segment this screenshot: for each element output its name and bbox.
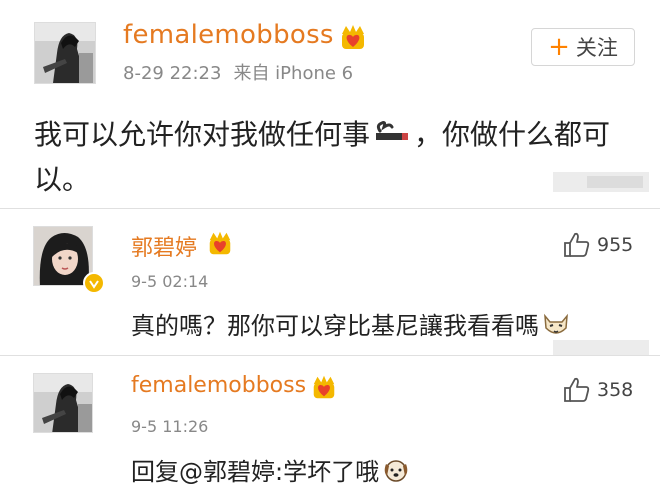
post-timestamp: 8-29 22:23 (123, 63, 222, 84)
comment-action-placeholder (553, 340, 649, 356)
vip-crown-heart-icon (338, 22, 368, 52)
post-author-avatar[interactable] (34, 22, 96, 84)
like-button[interactable]: 955 (563, 232, 633, 258)
verified-badge-icon (83, 272, 105, 294)
divider (0, 355, 660, 356)
comment-author-name[interactable]: femalemobboss (131, 373, 306, 398)
comment-timestamp: 9-5 02:14 (131, 272, 209, 291)
plus-icon: + (548, 32, 570, 62)
post-source[interactable]: 来自 iPhone 6 (233, 63, 353, 84)
like-count: 358 (597, 379, 634, 401)
post-author-name[interactable]: femalemobboss (123, 20, 334, 50)
post-action-placeholder (553, 172, 649, 192)
comment-avatar[interactable] (33, 373, 93, 433)
comment-text-body: 真的嗎？那你可以穿比基尼讓我看看嗎 (131, 312, 539, 340)
thumbs-up-icon (564, 377, 590, 402)
post-body: 我可以允许你对我做任何事 ，你做什么都可以。 (34, 113, 639, 202)
reply-prefix: 回复 (131, 458, 179, 486)
comment-text: 真的嗎？那你可以穿比基尼讓我看看嗎 (131, 306, 571, 344)
smoking-cigarette-emoji-icon (372, 114, 412, 158)
comment-text-body: :学坏了哦 (275, 458, 380, 486)
vip-crown-heart-icon (310, 373, 338, 401)
post-meta: 8-29 22:23 来自 iPhone 6 (123, 59, 353, 85)
comment-text: 回复@郭碧婷:学坏了哦 (131, 452, 411, 490)
like-count: 955 (597, 234, 634, 256)
thumbs-up-icon (564, 232, 590, 257)
vip-crown-heart-icon (206, 229, 234, 257)
post-text-part1: 我可以允许你对我做任何事 (34, 118, 371, 151)
divider (0, 208, 660, 209)
comment-timestamp: 9-5 11:26 (131, 417, 209, 436)
follow-button[interactable]: + 关注 (531, 28, 635, 66)
like-button[interactable]: 358 (563, 377, 633, 403)
follow-button-label: 关注 (575, 36, 618, 60)
dog-face-emoji-icon (381, 456, 411, 490)
cat-face-emoji-icon (541, 310, 571, 344)
reply-mention-link[interactable]: @郭碧婷 (179, 458, 275, 486)
comment-author-name[interactable]: 郭碧婷 (131, 230, 197, 262)
